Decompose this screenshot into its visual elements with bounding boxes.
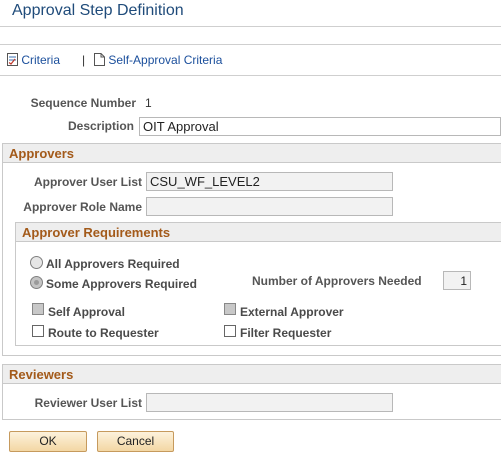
reviewers-header: Reviewers <box>3 365 501 384</box>
some-approvers-required-label: Some Approvers Required <box>46 277 197 291</box>
approvers-header: Approvers <box>3 144 501 163</box>
external-approver-label: External Approver <box>240 305 344 319</box>
filter-requester-checkbox[interactable] <box>224 325 236 337</box>
route-to-requester-label: Route to Requester <box>48 326 159 340</box>
number-of-approvers-needed-input[interactable] <box>443 271 471 290</box>
all-approvers-required-label: All Approvers Required <box>46 257 180 271</box>
self-approval-criteria-label: Self-Approval Criteria <box>108 53 223 67</box>
self-approval-criteria-link[interactable]: Self-Approval Criteria <box>94 53 222 69</box>
self-approval-label: Self Approval <box>48 305 125 319</box>
toolbar-separator: | <box>82 53 86 67</box>
approver-role-name-input[interactable] <box>146 197 393 216</box>
sequence-number-value: 1 <box>145 96 152 110</box>
cancel-button[interactable]: Cancel <box>97 431 174 452</box>
route-to-requester-checkbox[interactable] <box>32 325 44 337</box>
description-label: Description <box>67 119 134 133</box>
ok-button[interactable]: OK <box>9 431 87 452</box>
approver-requirements-header: Approver Requirements <box>16 223 501 242</box>
reviewer-user-list-label: Reviewer User List <box>34 396 142 410</box>
approver-user-list-label: Approver User List <box>33 175 142 189</box>
approver-role-name-label: Approver Role Name <box>23 200 142 214</box>
external-approver-checkbox[interactable] <box>224 303 236 315</box>
title-divider <box>0 26 501 27</box>
number-of-approvers-needed-label: Number of Approvers Needed <box>252 274 422 288</box>
some-approvers-required-radio[interactable] <box>30 276 43 289</box>
criteria-label: Criteria <box>21 53 61 67</box>
all-approvers-required-radio[interactable] <box>30 256 43 269</box>
sequence-number-label: Sequence Number <box>30 96 136 110</box>
toolbar-top-divider <box>0 44 501 45</box>
description-input[interactable] <box>139 117 501 136</box>
approver-user-list-input[interactable] <box>146 172 393 191</box>
criteria-icon <box>7 53 18 66</box>
self-approval-checkbox[interactable] <box>32 303 44 315</box>
criteria-link[interactable]: Criteria <box>7 53 60 69</box>
reviewer-user-list-input[interactable] <box>146 393 393 412</box>
document-icon <box>94 53 105 66</box>
filter-requester-label: Filter Requester <box>240 326 332 340</box>
page-title: Approval Step Definition <box>12 2 184 19</box>
toolbar-bottom-divider <box>0 75 501 76</box>
